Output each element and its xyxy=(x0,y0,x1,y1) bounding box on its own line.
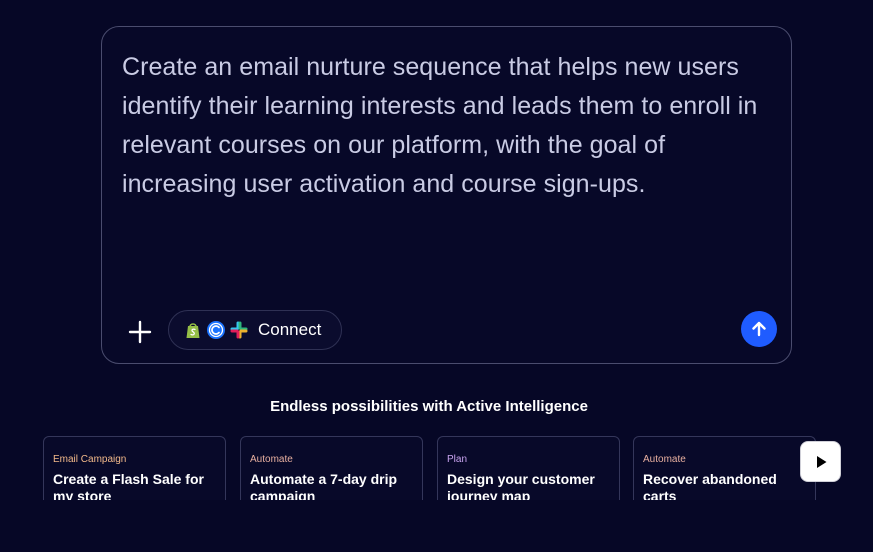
card-tag: Automate xyxy=(250,454,293,465)
carousel-next-button[interactable] xyxy=(800,441,841,482)
suggestion-card[interactable]: Email Campaign Create a Flash Sale for m… xyxy=(43,436,226,500)
suggestions-heading: Endless possibilities with Active Intell… xyxy=(270,398,588,415)
suggestion-carousel: Email Campaign Create a Flash Sale for m… xyxy=(43,436,816,500)
suggestion-card[interactable]: Automate Recover abandoned carts xyxy=(633,436,816,500)
plus-icon xyxy=(128,320,152,344)
prompt-input-box[interactable]: Create an email nurture sequence that he… xyxy=(101,26,792,364)
prompt-text[interactable]: Create an email nurture sequence that he… xyxy=(122,48,782,204)
shopify-icon xyxy=(186,323,200,338)
card-tag: Plan xyxy=(447,454,468,465)
slack-icon xyxy=(230,321,248,339)
suggestion-card[interactable]: Automate Automate a 7-day drip campaign xyxy=(240,436,423,500)
connect-label: Connect xyxy=(258,320,322,339)
play-icon xyxy=(816,455,826,468)
suggestion-card[interactable]: Plan Design your customer journey map xyxy=(437,436,620,500)
card-title: Automate a 7-day drip campaign xyxy=(250,471,398,500)
add-attachment-button[interactable] xyxy=(122,314,158,350)
card-tag: Email Campaign xyxy=(53,454,127,465)
connect-button[interactable]: Connect xyxy=(168,310,342,350)
arrow-up-icon xyxy=(752,321,766,337)
send-button[interactable] xyxy=(741,311,777,347)
sync-icon xyxy=(207,321,225,339)
card-tag: Automate xyxy=(643,454,686,465)
card-title: Design your customer journey map xyxy=(447,471,595,500)
card-title: Recover abandoned carts xyxy=(643,471,777,500)
card-title: Create a Flash Sale for my store xyxy=(53,471,204,500)
